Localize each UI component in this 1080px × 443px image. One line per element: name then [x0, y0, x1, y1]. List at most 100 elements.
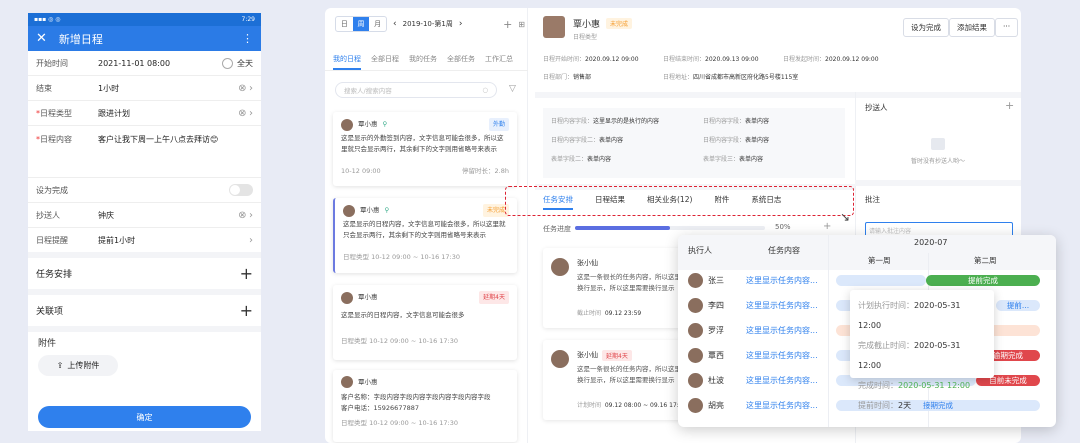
gantt-bar[interactable]: [836, 275, 926, 286]
content-value[interactable]: 客户让我下周一上午八点去拜访😊: [98, 134, 253, 145]
location-icon: ⚲: [382, 120, 388, 128]
avatar: [688, 323, 703, 338]
card-time: 10-12 09:00: [341, 167, 381, 175]
end-row[interactable]: 结束 1小时 ⊗ ›: [28, 76, 261, 101]
close-icon[interactable]: ✕: [36, 31, 47, 46]
export-icon[interactable]: ⊞: [518, 20, 525, 29]
add-cc-icon[interactable]: +: [1005, 99, 1014, 112]
filter-icon[interactable]: ▽: [509, 84, 516, 94]
cc-row[interactable]: 抄送人 钟庆 ⊗ ›: [28, 203, 261, 228]
mobile-app-screen: ▪▪▪ ◎ ◎ 7:29 ✕ 新增日程 ⋮ 开始时间 2021-11-01 08…: [28, 13, 261, 431]
view-day-tab[interactable]: 日: [336, 17, 353, 31]
more-button[interactable]: ···: [995, 18, 1019, 37]
card-text: 这是显示的日程内容，文字信息可能会很多: [341, 311, 465, 319]
task-link[interactable]: 这里显示任务内容...: [736, 350, 826, 361]
task-link[interactable]: 这里显示任务内容...: [736, 400, 826, 411]
remind-label: 日程提醒: [36, 235, 68, 245]
all-day-label: 全天: [237, 58, 253, 68]
card-name: 覃小惠: [358, 293, 378, 301]
week-2: 第二周: [974, 256, 997, 265]
card-name: 覃小惠: [358, 120, 378, 128]
task-link[interactable]: 这里显示任务内容...: [736, 275, 826, 286]
clear-icon[interactable]: ⊗: [238, 83, 246, 94]
task-section-label: 任务安排: [36, 270, 73, 280]
avatar: [551, 350, 569, 368]
upload-icon: ⇪: [56, 361, 64, 370]
view-week-tab[interactable]: 周: [352, 17, 370, 31]
tab-work-summary[interactable]: 工作汇总: [485, 54, 513, 70]
gantt-bar-early[interactable]: 提前...: [996, 300, 1040, 311]
divider: [535, 92, 1021, 98]
tab-my-tasks[interactable]: 我的任务: [409, 54, 437, 70]
tab-my-schedule[interactable]: 我的日程: [333, 54, 361, 70]
upload-label: 上传附件: [67, 361, 100, 370]
schedule-card[interactable]: 覃小惠 客户名称：字段内容字段内容字段内容字段内容字段 客户电话：1592667…: [333, 370, 517, 442]
avatar: [688, 348, 703, 363]
complete-row: 设为完成: [28, 178, 261, 203]
exec-name: 张三: [708, 276, 724, 285]
complete-toggle[interactable]: [229, 184, 253, 196]
comment-title: 批注: [865, 195, 880, 204]
task-link[interactable]: 这里显示任务内容...: [736, 325, 826, 336]
plan-label: 计划时间: [577, 402, 602, 409]
schedule-tabs: 我的日程 全部日程 我的任务 全部任务 工作汇总: [325, 54, 521, 70]
set-complete-button[interactable]: 设为完成: [903, 18, 949, 37]
type-row[interactable]: *日程类型 跟进计划 ⊗ ›: [28, 101, 261, 126]
status-badge: 未完成: [606, 18, 633, 29]
add-task-icon[interactable]: +: [823, 221, 831, 232]
start-label: 日程开始时间：: [543, 56, 586, 63]
add-related-icon[interactable]: +: [240, 301, 253, 320]
gantt-bar-early[interactable]: 提前完成: [926, 275, 1040, 286]
col-exec: 执行人: [688, 246, 712, 255]
avatar: [688, 273, 703, 288]
start-time-row[interactable]: 开始时间 2021-11-01 08:00 全天: [28, 51, 261, 76]
add-icon[interactable]: +: [503, 18, 512, 31]
addr-value: 四川省成都市高新区府化路5号楼115室: [693, 74, 799, 81]
deadline-label: 截止时间: [577, 310, 602, 317]
upload-button[interactable]: ⇪ 上传附件: [38, 355, 118, 376]
task-link[interactable]: 这里显示任务内容...: [736, 300, 826, 311]
exec-name: 罗浮: [708, 326, 724, 335]
all-day-radio[interactable]: [222, 57, 233, 69]
task-link[interactable]: 这里显示任务内容...: [736, 375, 826, 386]
search-input[interactable]: 搜索人/搜索内容 ○: [335, 82, 497, 98]
schedule-card[interactable]: 覃小惠 延期4天 这是显示的日程内容，文字信息可能会很多 日程类型 10-12 0…: [333, 285, 517, 360]
prev-week-icon[interactable]: ‹: [393, 19, 397, 29]
next-week-icon[interactable]: ›: [459, 19, 463, 29]
deadline-value: 09.12 23:59: [604, 310, 642, 317]
field-label: 日程内容字段二：: [551, 137, 600, 144]
tip-early-label: 提前时间：: [858, 401, 898, 410]
view-month-tab[interactable]: 月: [369, 17, 386, 31]
tip-done: 2020-05-31 12:00: [898, 381, 971, 390]
status-time: 7:29: [241, 16, 255, 23]
task-section[interactable]: 任务安排 +: [28, 258, 261, 295]
card-tag: 外勤: [488, 118, 509, 131]
addr-label: 日程地址：: [663, 74, 694, 81]
add-result-button[interactable]: 添加结果: [949, 18, 995, 37]
clear-icon[interactable]: ⊗: [238, 210, 246, 221]
content-row[interactable]: *日程内容 客户让我下周一上午八点去拜访😊: [28, 126, 261, 178]
week-label: 2019-10-第1周: [402, 20, 453, 28]
mobile-title: 新增日程: [58, 32, 103, 46]
confirm-button[interactable]: 确定: [38, 406, 251, 428]
search-icon: ○: [482, 86, 488, 94]
arrow-icon: ↘: [840, 210, 851, 224]
more-icon[interactable]: ⋮: [242, 32, 253, 45]
view-segment: 日 周 月: [335, 16, 387, 32]
clear-icon[interactable]: ⊗: [238, 108, 246, 119]
tab-all-tasks[interactable]: 全部任务: [447, 54, 475, 70]
field-value: 表单内容: [745, 118, 770, 125]
progress-label: 任务进度: [543, 225, 571, 233]
tab-all-schedule[interactable]: 全部日程: [371, 54, 399, 70]
plan-value: 09.12 08:00 ~ 09.16 17:30: [604, 402, 687, 409]
end-label: 日程结束时间：: [663, 56, 706, 63]
card-name: 覃小惠: [358, 377, 378, 386]
card-time: 日程类型 10-12 09:00 ~ 10-16 17:30: [341, 419, 459, 427]
col-task: 任务内容: [768, 246, 800, 255]
related-section[interactable]: 关联项 +: [28, 295, 261, 332]
add-task-icon[interactable]: +: [240, 264, 253, 283]
remind-row[interactable]: 日程提醒 提前1小时 ›: [28, 228, 261, 258]
schedule-card[interactable]: 覃小惠 ⚲ 外勤 这是显示的外勤签到内容，文字信息可能会很多，所以这里就只会显示两行…: [333, 112, 517, 186]
schedule-card[interactable]: 覃小惠 ⚲ 未完成 这是显示的日程内容，文字信息可能会很多，所以这里就只会显示两行，…: [333, 198, 517, 273]
tip-done-label: 完成时间：: [858, 381, 898, 390]
